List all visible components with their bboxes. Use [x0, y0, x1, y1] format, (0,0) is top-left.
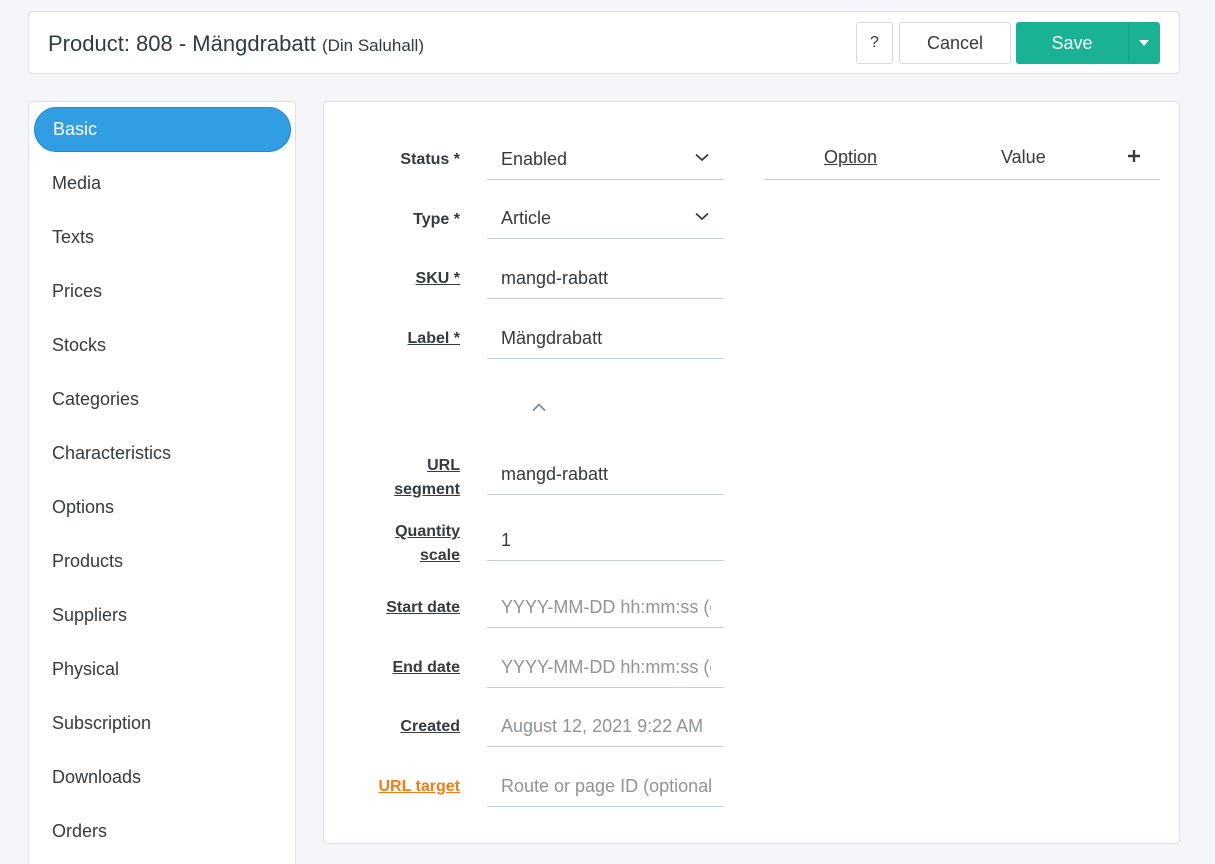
option-column-header[interactable]: Option: [824, 147, 877, 168]
page-header: Product: 808 - Mängdrabatt (Din Saluhall…: [28, 11, 1180, 74]
options-table-header: Option Value: [764, 138, 1160, 180]
label-label[interactable]: Label *: [350, 327, 460, 351]
url-segment-label-line2: segment: [394, 481, 460, 498]
quantity-scale-label-line1: Quantity: [395, 523, 460, 540]
sidebar-item-prices[interactable]: Prices: [34, 269, 291, 314]
end-date-label[interactable]: End date: [350, 656, 460, 680]
sidebar-item-downloads[interactable]: Downloads: [34, 755, 291, 800]
url-target-input[interactable]: Route or page ID (optional): [487, 767, 724, 807]
start-date-placeholder: YYYY-MM-DD hh:mm:ss (optional): [501, 597, 711, 617]
value-column-header: Value: [1001, 147, 1046, 167]
sidebar-item-suppliers[interactable]: Suppliers: [34, 593, 291, 638]
type-label: Type *: [413, 211, 460, 228]
quantity-scale-value: 1: [501, 530, 512, 550]
sidebar-nav: Basic Media Texts Prices Stocks Categori…: [28, 101, 296, 864]
status-label: Status *: [400, 151, 460, 168]
cancel-button[interactable]: Cancel: [899, 22, 1011, 64]
url-segment-label-line1: URL: [427, 457, 460, 474]
sidebar-item-media[interactable]: Media: [34, 161, 291, 206]
chevron-down-icon: [695, 212, 709, 221]
site-name: (Din Saluhall): [321, 36, 424, 55]
caret-down-icon: [1139, 40, 1149, 46]
end-date-input[interactable]: YYYY-MM-DD hh:mm:ss (optional): [487, 648, 724, 688]
sidebar-item-stocks[interactable]: Stocks: [34, 323, 291, 368]
sidebar-item-subscription[interactable]: Subscription: [34, 701, 291, 746]
sku-label[interactable]: SKU *: [350, 267, 460, 291]
sidebar-item-texts[interactable]: Texts: [34, 215, 291, 260]
sku-value: mangd-rabatt: [501, 268, 609, 288]
sidebar-item-orders[interactable]: Orders: [34, 809, 291, 854]
created-value: August 12, 2021 9:22 AM: [501, 716, 704, 736]
created-field: August 12, 2021 9:22 AM: [487, 707, 724, 747]
quantity-scale-label[interactable]: Quantity scale: [350, 520, 460, 568]
sku-input[interactable]: mangd-rabatt: [487, 259, 724, 299]
status-select[interactable]: Enabled: [487, 140, 724, 180]
label-input[interactable]: Mängdrabatt: [487, 319, 724, 359]
chevron-up-icon[interactable]: [531, 402, 547, 412]
url-target-label[interactable]: URL target: [350, 775, 461, 799]
basic-form-panel: Status * Enabled Type * Article SKU * ma…: [323, 101, 1180, 844]
save-button[interactable]: Save: [1016, 22, 1128, 64]
sidebar-item-basic[interactable]: Basic: [34, 107, 291, 152]
start-date-input[interactable]: YYYY-MM-DD hh:mm:ss (optional): [487, 588, 724, 628]
url-target-placeholder: Route or page ID (optional): [501, 776, 711, 796]
sidebar-item-categories[interactable]: Categories: [34, 377, 291, 422]
start-date-label[interactable]: Start date: [350, 596, 460, 620]
sidebar-item-options[interactable]: Options: [34, 485, 291, 530]
product-title: Product: 808 - Mängdrabatt: [48, 31, 316, 56]
plus-icon[interactable]: [1127, 149, 1141, 163]
quantity-scale-input[interactable]: 1: [487, 521, 724, 561]
help-button[interactable]: ?: [856, 22, 893, 64]
status-value: Enabled: [501, 149, 568, 169]
type-select[interactable]: Article: [487, 199, 724, 239]
url-segment-label[interactable]: URL segment: [350, 454, 460, 502]
url-segment-value: mangd-rabatt: [501, 464, 609, 484]
sidebar-item-characteristics[interactable]: Characteristics: [34, 431, 291, 476]
end-date-placeholder: YYYY-MM-DD hh:mm:ss (optional): [501, 657, 711, 677]
type-value: Article: [501, 208, 552, 228]
chevron-down-icon: [695, 153, 709, 162]
label-value: Mängdrabatt: [501, 328, 603, 348]
save-options-dropdown-button[interactable]: [1128, 22, 1160, 64]
sidebar-item-products[interactable]: Products: [34, 539, 291, 584]
sidebar-item-physical[interactable]: Physical: [34, 647, 291, 692]
quantity-scale-label-line2: scale: [419, 547, 460, 564]
url-segment-input[interactable]: mangd-rabatt: [487, 455, 724, 495]
created-label[interactable]: Created: [350, 715, 460, 739]
page-title: Product: 808 - Mängdrabatt (Din Saluhall…: [48, 31, 424, 57]
